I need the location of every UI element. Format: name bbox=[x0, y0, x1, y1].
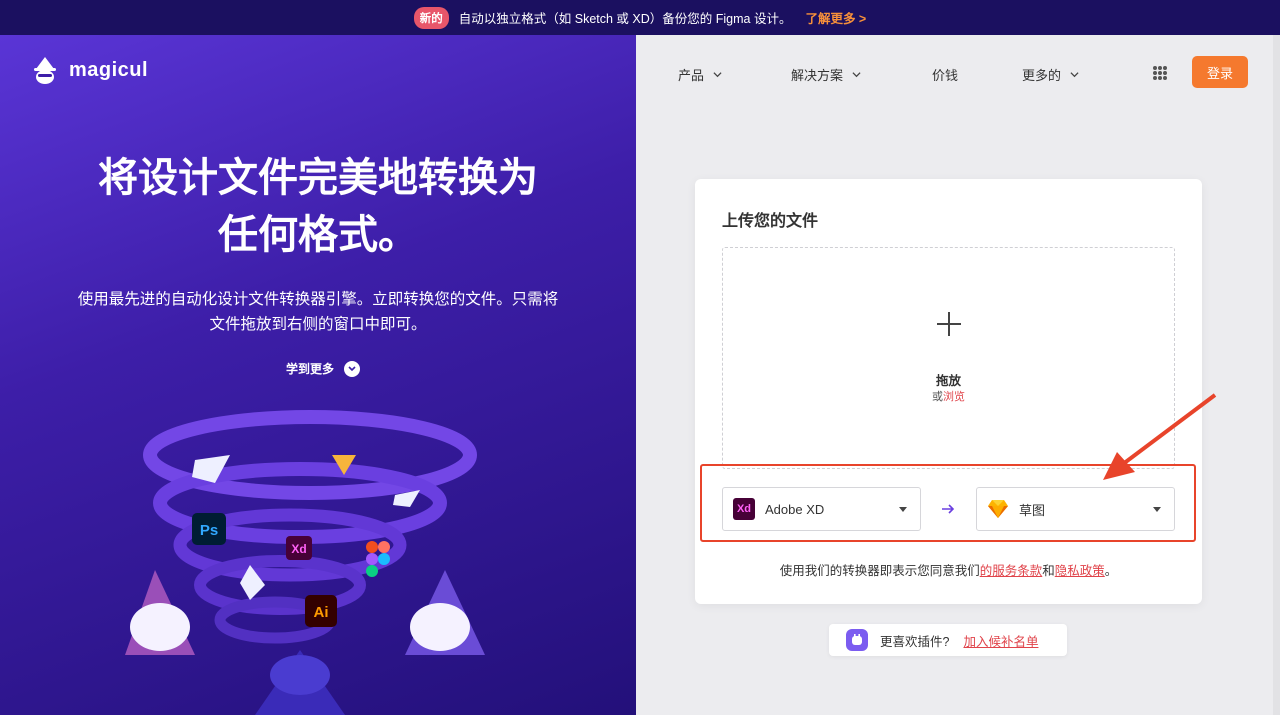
terms-and: 和 bbox=[1042, 564, 1055, 578]
brand-name: magicul bbox=[69, 58, 149, 81]
privacy-policy-link[interactable]: 隐私政策 bbox=[1055, 564, 1105, 578]
plugin-waitlist-bar: 更喜欢插件? 加入候补名单 bbox=[829, 624, 1067, 656]
chevron-down-icon bbox=[713, 72, 722, 78]
chevron-down-icon bbox=[852, 72, 861, 78]
plugin-plug-icon bbox=[846, 629, 868, 651]
nav-products-label: 产品 bbox=[678, 68, 705, 83]
hero-subtitle: 使用最先进的自动化设计文件转换器引擎。立即转换您的文件。只需将 文件拖放到右侧的… bbox=[60, 287, 576, 337]
chevron-down-icon bbox=[344, 360, 361, 377]
join-waitlist-link[interactable]: 加入候补名单 bbox=[963, 631, 1038, 650]
learn-more-button[interactable]: 学到更多 bbox=[286, 360, 361, 377]
nav-more-label: 更多的 bbox=[1022, 68, 1062, 83]
terms-notice: 使用我们的转换器即表示您同意我们的服务条款和隐私政策。 bbox=[695, 560, 1202, 579]
plugin-question: 更喜欢插件? bbox=[880, 634, 950, 649]
chevron-down-icon bbox=[1070, 72, 1079, 78]
nav-solutions[interactable]: 解决方案 bbox=[791, 65, 861, 84]
hero-title-line1: 将设计文件完美地转换为 bbox=[98, 156, 538, 200]
terms-suffix: 。 bbox=[1104, 564, 1118, 578]
hero-section: magicul 将设计文件完美地转换为 任何格式。 使用最先进的自动化设计文件转… bbox=[0, 35, 636, 715]
learn-more-link[interactable]: 了解更多 > bbox=[805, 8, 866, 27]
or-label: 或 bbox=[932, 391, 943, 403]
annotation-arrow-icon bbox=[1103, 393, 1217, 480]
new-badge: 新的 bbox=[413, 6, 449, 29]
brand-logo[interactable]: magicul bbox=[30, 55, 148, 85]
hero-subtitle-line2: 文件拖放到右侧的窗口中即可。 bbox=[209, 316, 427, 333]
banner-text: 自动以独立格式（如 Sketch 或 XD）备份您的 Figma 设计。 bbox=[458, 12, 792, 26]
xd-icon: Xd bbox=[291, 542, 306, 556]
hero-title: 将设计文件完美地转换为 任何格式。 bbox=[0, 150, 636, 264]
browse-link[interactable]: 浏览 bbox=[943, 391, 965, 403]
nav-pricing-label: 价钱 bbox=[932, 68, 959, 83]
top-navigation: 产品 解决方案 价钱 更多的 登录 bbox=[636, 35, 1280, 110]
hero-title-line2: 任何格式。 bbox=[218, 213, 418, 257]
learn-more-label: 学到更多 bbox=[286, 362, 335, 376]
announcement-banner: 新的 自动以独立格式（如 Sketch 或 XD）备份您的 Figma 设计。 … bbox=[0, 0, 1280, 35]
nav-products[interactable]: 产品 bbox=[678, 65, 722, 84]
wizard-logo-icon bbox=[34, 57, 56, 84]
login-button[interactable]: 登录 bbox=[1192, 56, 1248, 88]
upload-title: 上传您的文件 bbox=[722, 213, 819, 230]
terms-of-service-link[interactable]: 的服务条款 bbox=[980, 564, 1043, 578]
hero-subtitle-line1: 使用最先进的自动化设计文件转换器引擎。立即转换您的文件。只需将 bbox=[77, 291, 559, 308]
photoshop-icon: Ps bbox=[200, 522, 218, 539]
apps-grid-icon[interactable] bbox=[1153, 66, 1167, 80]
nav-pricing[interactable]: 价钱 bbox=[932, 65, 958, 84]
tornado-illustration: Ps Xd Ai bbox=[125, 410, 485, 715]
nav-more[interactable]: 更多的 bbox=[1022, 65, 1079, 84]
page-scrollbar[interactable] bbox=[1273, 35, 1280, 715]
terms-prefix: 使用我们的转换器即表示您同意我们 bbox=[779, 564, 980, 578]
plus-icon bbox=[937, 312, 961, 336]
illustrator-icon: Ai bbox=[314, 604, 329, 621]
drop-label: 拖放 bbox=[935, 374, 961, 388]
nav-solutions-label: 解决方案 bbox=[791, 68, 844, 83]
